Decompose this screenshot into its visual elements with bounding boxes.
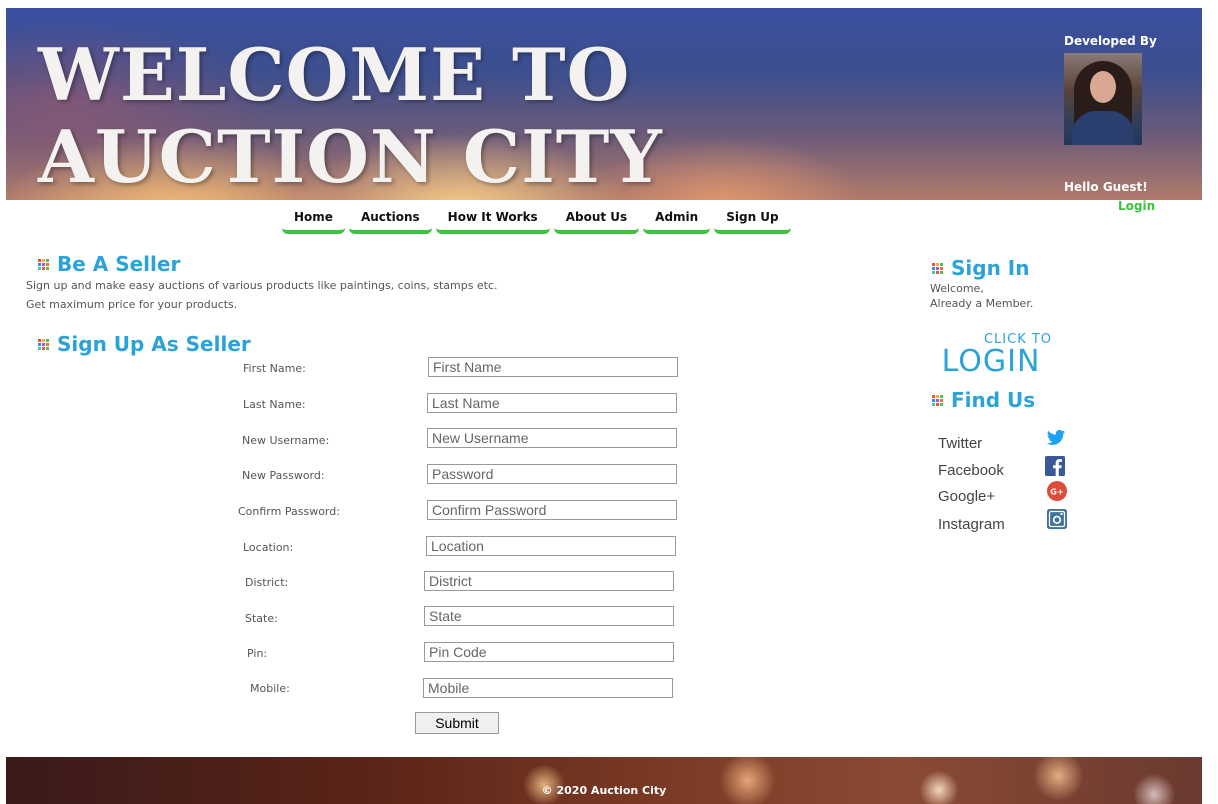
google-plus-link[interactable]: Google+ [938, 488, 995, 505]
nav-auctions[interactable]: Auctions [348, 208, 432, 234]
nav-sign-up[interactable]: Sign Up [714, 208, 791, 234]
header-banner: WELCOME TO AUCTION CITY Developed By Hel… [6, 8, 1202, 213]
svg-text:G+: G+ [1050, 486, 1064, 496]
last-name-input[interactable] [427, 393, 677, 413]
location-input[interactable] [426, 536, 676, 556]
google-plus-icon[interactable]: G+ [1047, 481, 1067, 501]
state-label: State: [245, 612, 278, 625]
district-label: District: [245, 576, 289, 589]
sign-in-heading: Sign In [932, 256, 1029, 280]
developer-avatar [1064, 53, 1142, 145]
pin-code-input[interactable] [424, 642, 674, 662]
nav-home[interactable]: Home [282, 208, 345, 234]
new-password-label: New Password: [242, 469, 325, 482]
mobile-input[interactable] [423, 678, 673, 698]
mobile-label: Mobile: [250, 682, 290, 695]
instagram-link[interactable]: Instagram [938, 516, 1005, 533]
bullet-icon [38, 258, 49, 270]
submit-button[interactable]: Submit [415, 712, 499, 734]
copyright-text: © 2020 Auction City [541, 784, 667, 797]
first-name-input[interactable] [428, 357, 678, 377]
first-name-label: First Name: [243, 362, 306, 375]
facebook-link[interactable]: Facebook [938, 462, 1004, 479]
sign-in-description: Welcome, Already a Member. [930, 282, 1034, 310]
click-to-login-button[interactable]: CLICK TO LOGIN [934, 332, 1084, 377]
header-login-link[interactable]: Login [1118, 199, 1155, 213]
confirm-password-input[interactable] [427, 500, 677, 520]
new-password-input[interactable] [427, 464, 677, 484]
nav-admin[interactable]: Admin [643, 208, 711, 234]
new-username-input[interactable] [427, 428, 677, 448]
facebook-icon[interactable] [1045, 456, 1065, 476]
be-a-seller-heading: Be A Seller [38, 252, 180, 276]
signup-heading: Sign Up As Seller [38, 332, 251, 356]
nav-how-it-works[interactable]: How It Works [435, 208, 550, 234]
main-nav: Home Auctions How It Works About Us Admi… [282, 208, 795, 234]
new-username-label: New Username: [242, 434, 330, 447]
instagram-icon[interactable] [1047, 509, 1067, 529]
location-label: Location: [243, 541, 294, 554]
bullet-icon [38, 338, 49, 350]
seller-description: Sign up and make easy auctions of variou… [26, 279, 498, 311]
greeting-text: Hello Guest! [1064, 180, 1148, 194]
nav-about-us[interactable]: About Us [553, 208, 640, 234]
bullet-icon [932, 262, 943, 274]
twitter-icon[interactable] [1046, 428, 1066, 448]
site-title: WELCOME TO AUCTION CITY [38, 32, 663, 199]
pin-label: Pin: [247, 647, 268, 660]
district-input[interactable] [424, 571, 674, 591]
find-us-heading: Find Us [932, 388, 1035, 412]
last-name-label: Last Name: [243, 398, 306, 411]
twitter-link[interactable]: Twitter [938, 435, 982, 452]
bullet-icon [932, 394, 943, 406]
state-input[interactable] [424, 606, 674, 626]
confirm-password-label: Confirm Password: [238, 505, 340, 518]
footer: © 2020 Auction City [6, 757, 1202, 804]
developed-by-label: Developed By [1064, 34, 1157, 48]
